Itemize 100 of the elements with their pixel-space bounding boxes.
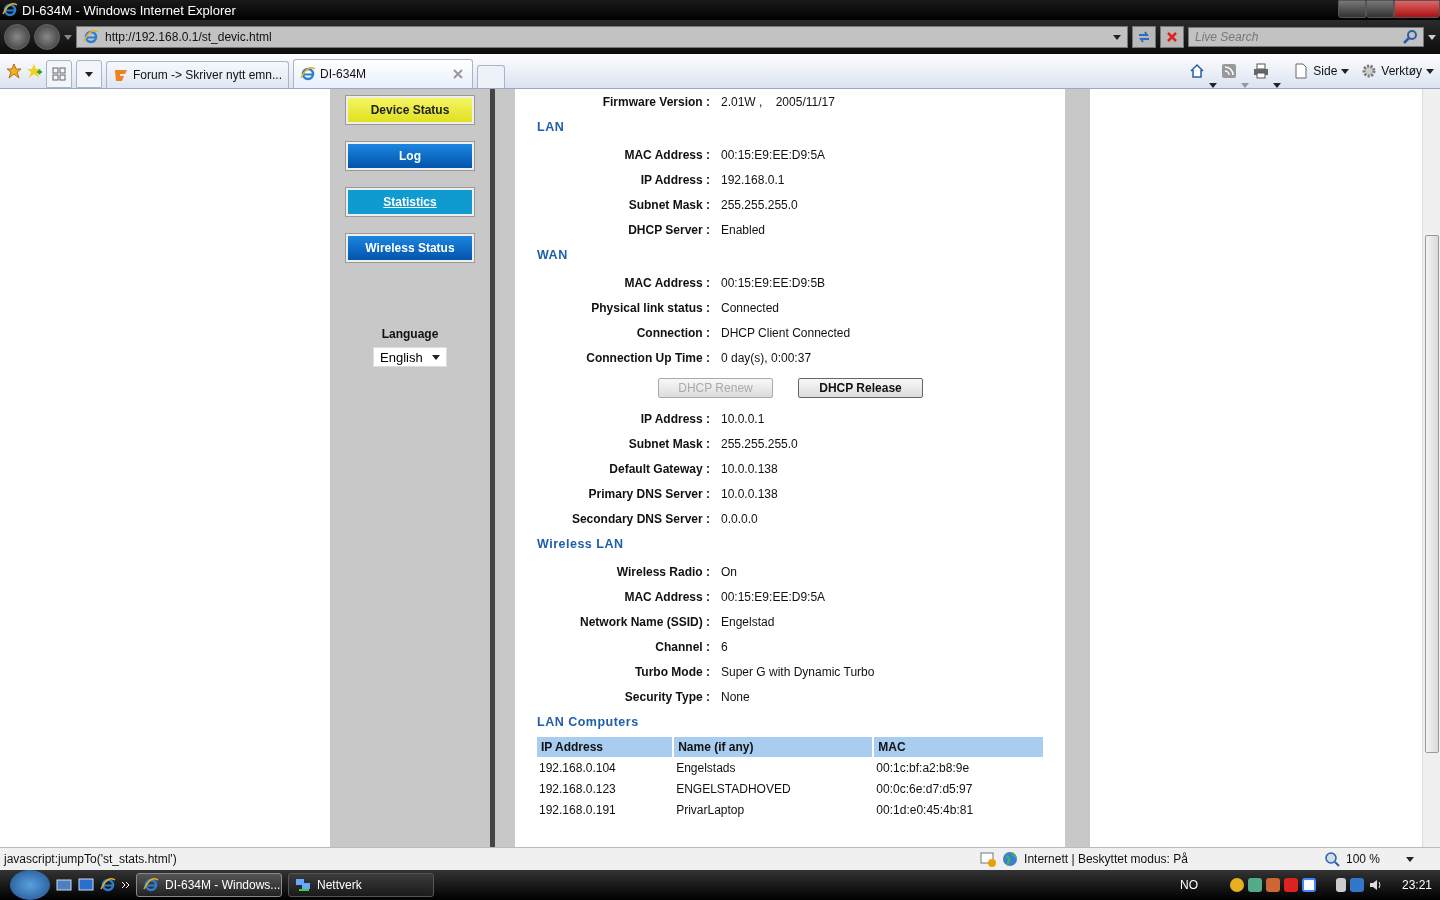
network-icon xyxy=(295,877,311,893)
security-zone-text[interactable]: Internett | Beskyttet modus: På xyxy=(1024,852,1188,866)
search-icon[interactable] xyxy=(1402,29,1418,45)
taskbar-button[interactable]: DI-634M - Windows... xyxy=(136,873,282,897)
window-icon xyxy=(2,2,18,18)
tab-icon xyxy=(113,67,129,83)
table-cell-text: 00:1d:e0:45:4b:81 xyxy=(875,801,975,819)
zoom-icon[interactable] xyxy=(1323,851,1340,867)
field-value: 10.0.0.138 xyxy=(720,461,778,476)
tab-list-button[interactable] xyxy=(76,60,102,88)
section-title: WAN xyxy=(537,247,569,264)
language-indicator[interactable]: NO xyxy=(1179,878,1198,892)
scrollbar[interactable] xyxy=(1422,89,1440,847)
column-header: IP Address xyxy=(537,737,673,757)
language-select[interactable]: English xyxy=(373,347,447,367)
tray-icon[interactable] xyxy=(1247,878,1262,892)
field-label: Network Name (SSID) : xyxy=(578,614,710,629)
field-value: Super G with Dynamic Turbo xyxy=(720,664,875,679)
address-field[interactable]: http://192.168.0.1/st_devic.html xyxy=(76,26,1128,48)
favorites-star-icon[interactable] xyxy=(6,63,22,79)
field-value: 192.168.0.1 xyxy=(720,172,785,187)
tray-icon[interactable] xyxy=(1229,878,1244,892)
dropdown-arrow-icon[interactable] xyxy=(85,71,93,77)
field-label: Firmware Version : xyxy=(601,94,710,109)
command-menu[interactable]: Verktøy xyxy=(1361,63,1434,79)
browser-tab[interactable]: Forum -> Skriver nytt emn... xyxy=(106,61,290,88)
dropdown-arrow-icon[interactable] xyxy=(1341,68,1350,74)
window-title: DI-634M - Windows Internet Explorer xyxy=(22,2,237,18)
more-icon[interactable] xyxy=(122,881,130,889)
window-switch-icon[interactable] xyxy=(78,877,94,893)
field-label: Default Gateway : xyxy=(608,461,710,476)
globe-icon xyxy=(1002,851,1019,867)
field-value: 00:15:E9:EE:D9:5B xyxy=(720,275,826,290)
grid-icon[interactable] xyxy=(51,66,67,82)
table-cell-text: 192.168.0.104 xyxy=(538,759,617,777)
task-icon xyxy=(143,877,159,893)
print-icon[interactable] xyxy=(1253,63,1270,79)
field-value: Engelstad xyxy=(720,614,775,629)
back-button[interactable] xyxy=(4,24,30,50)
field-value: 00:15:E9:EE:D9:5A xyxy=(720,589,826,604)
field-label: Connection Up Time : xyxy=(585,350,710,365)
table-cell-text: PrivarLaptop xyxy=(675,801,746,819)
dropdown-arrow-icon[interactable] xyxy=(1428,34,1436,40)
browser-tab[interactable]: DI-634M xyxy=(293,59,474,88)
field-value: None xyxy=(720,689,750,704)
table-cell-text: ENGELSTADHOVED xyxy=(675,780,792,798)
field-value: 255.255.255.0 xyxy=(720,436,798,451)
table-cell-text: 00:0c:6e:d7:d5:97 xyxy=(875,780,974,798)
field-label: Connection : xyxy=(635,325,710,340)
dropdown-arrow-icon[interactable] xyxy=(1273,83,1282,88)
section-title: Wireless LAN xyxy=(537,536,625,553)
command-menu[interactable]: Side xyxy=(1293,63,1350,79)
field-label: MAC Address : xyxy=(623,589,710,604)
zoom-level[interactable]: 100 % xyxy=(1345,852,1380,866)
field-value: 6 xyxy=(720,639,728,654)
section-title: LAN xyxy=(537,119,566,136)
column-header: MAC xyxy=(874,737,1043,757)
taskbar-button[interactable]: Nettverk xyxy=(288,873,434,897)
table-cell-text: 192.168.0.123 xyxy=(538,780,617,798)
table-cell-text: Engelstads xyxy=(675,759,737,777)
table-cell-text: 00:1c:bf:a2:b8:9e xyxy=(875,759,971,777)
field-value: 255.255.255.0 xyxy=(720,197,798,212)
minimize-button[interactable] xyxy=(1338,0,1366,18)
field-label: DHCP Server : xyxy=(627,222,710,237)
column-header: Name (if any) xyxy=(674,737,873,757)
field-value: 2.01W , 2005/11/17 xyxy=(720,94,835,109)
dropdown-arrow-icon[interactable] xyxy=(1113,34,1121,40)
dropdown-arrow-icon[interactable] xyxy=(432,354,440,360)
add-favorite-icon[interactable] xyxy=(26,63,42,79)
field-value: 0 day(s), 0:00:37 xyxy=(720,350,812,365)
field-label: Turbo Mode : xyxy=(633,664,710,679)
field-label: IP Address : xyxy=(639,172,710,187)
menu-button[interactable]: Log xyxy=(345,141,475,171)
search-field[interactable]: Live Search xyxy=(1188,27,1424,47)
restore-button[interactable] xyxy=(1366,0,1394,18)
dropdown-arrow-icon[interactable] xyxy=(1426,68,1434,74)
field-value: 00:15:E9:EE:D9:5A xyxy=(720,147,826,162)
show-desktop-icon[interactable] xyxy=(56,877,72,893)
browser-launch-icon xyxy=(100,877,116,893)
home-icon[interactable] xyxy=(1189,63,1206,79)
dhcp-button[interactable]: DHCP Release xyxy=(798,378,923,398)
dropdown-arrow-icon[interactable] xyxy=(1406,856,1414,862)
menu-button[interactable]: Wireless Status xyxy=(345,233,475,263)
field-label: Security Type : xyxy=(623,689,710,704)
tray-icon[interactable] xyxy=(1301,878,1316,892)
status-text: javascript:jumpTo('st_stats.html') xyxy=(4,852,178,866)
start-button[interactable] xyxy=(10,870,50,900)
section-title: LAN Computers xyxy=(537,714,640,731)
volume-icon[interactable] xyxy=(1367,877,1384,893)
field-label: Channel : xyxy=(654,639,710,654)
forward-button[interactable] xyxy=(34,24,60,50)
dropdown-arrow-icon[interactable] xyxy=(1209,83,1218,88)
clock[interactable]: 23:21 xyxy=(1401,878,1432,892)
gear-icon[interactable] xyxy=(1361,63,1378,79)
field-label: MAC Address : xyxy=(623,275,710,290)
page-icon[interactable] xyxy=(1293,63,1310,79)
field-label: Physical link status : xyxy=(590,300,710,315)
tab-icon xyxy=(300,66,317,82)
field-value: 10.0.0.138 xyxy=(720,486,778,501)
menu-button[interactable]: Device Status xyxy=(345,95,475,125)
